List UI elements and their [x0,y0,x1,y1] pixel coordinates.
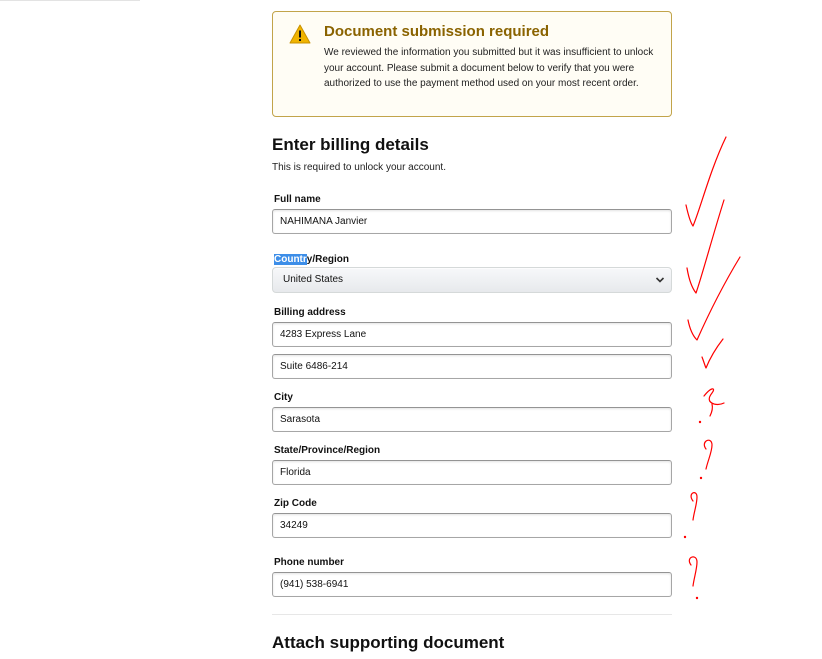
warning-icon [289,24,311,44]
page: Document submission required We reviewed… [0,0,822,659]
zip-field[interactable] [272,513,672,538]
attach-heading: Attach supporting document [272,633,505,652]
city-label: City [274,392,293,403]
state-field[interactable] [272,460,672,485]
checkmark-annotation [687,256,741,341]
address-line1-field[interactable] [272,322,672,347]
phone-label: Phone number [274,557,345,568]
checkmark-annotation [701,338,724,369]
phone-field[interactable] [272,572,672,597]
document-required-alert: Document submission required We reviewed… [272,11,672,117]
checkmark-annotation [686,199,725,294]
billing-address-label: Billing address [274,307,346,318]
country-selected-value: United States [283,274,344,285]
country-label-rest: y/Region [306,254,350,265]
checkmark-annotation [703,388,725,417]
nine-annotation [688,556,698,587]
billing-subtext: This is required to unlock your account. [272,162,446,173]
alert-body: We reviewed the information you submitte… [324,47,654,89]
section-divider [272,614,672,615]
dot-annotation [683,535,687,539]
country-select[interactable]: United States [272,267,672,293]
full-name-field[interactable] [272,209,672,234]
alert-title: Document submission required [324,23,550,40]
address-line2-field[interactable] [272,354,672,379]
dot-annotation [695,596,699,600]
city-field[interactable] [272,407,672,432]
state-label: State/Province/Region [274,445,381,456]
checkmark-annotation [685,136,727,227]
nine-annotation [703,439,713,470]
country-label-selected-text: Countr [274,254,307,265]
main-content: Document submission required We reviewed… [272,11,672,652]
dot-annotation [698,420,702,424]
full-name-label: Full name [274,194,321,205]
chevron-down-icon [655,277,665,283]
zip-label: Zip Code [274,498,317,509]
top-divider [0,0,140,1]
country-label: Country/Region [274,254,349,265]
nine-annotation [690,492,698,521]
billing-heading: Enter billing details [272,135,429,154]
dot-annotation [699,476,703,480]
